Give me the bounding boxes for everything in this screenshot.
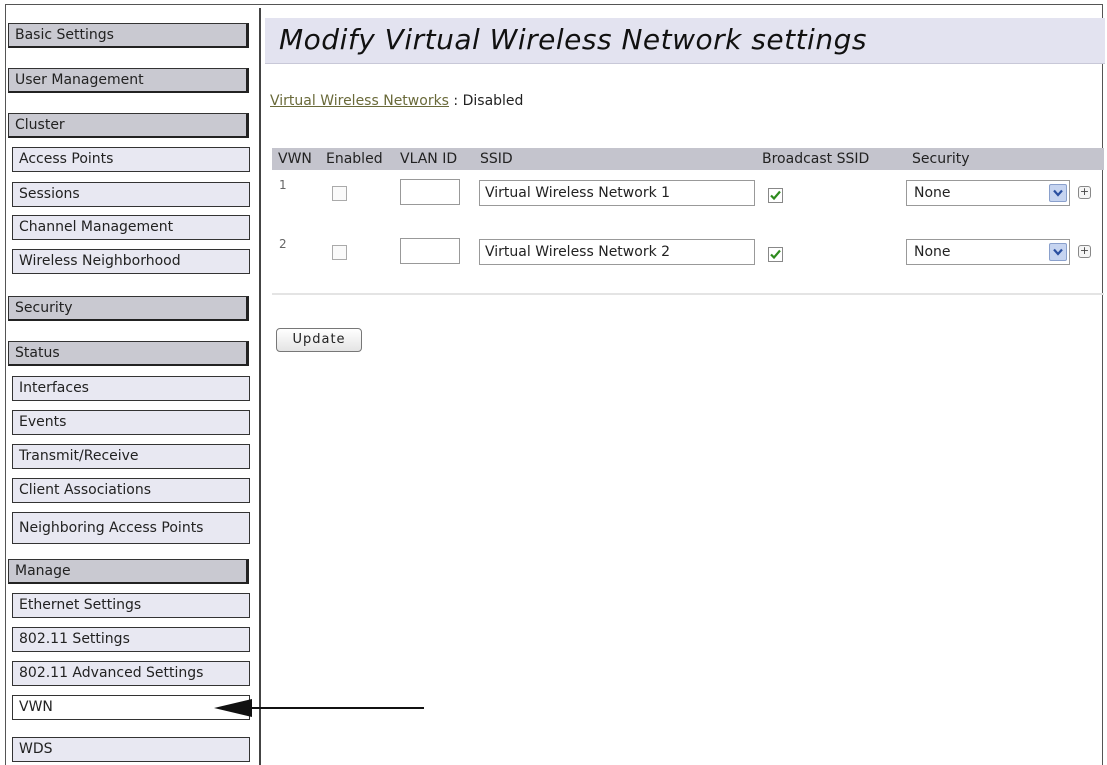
enabled-checkbox[interactable] <box>332 245 347 260</box>
sidebar-item-ethernet-settings[interactable]: Ethernet Settings <box>12 593 250 618</box>
status-separator: : <box>448 93 463 109</box>
vlan-id-input[interactable] <box>400 179 460 205</box>
section-divider <box>272 293 1104 295</box>
column-header-enabled: Enabled <box>326 151 383 167</box>
checkmark-icon <box>770 249 781 260</box>
title-bar: Modify Virtual Wireless Network settings <box>265 18 1105 64</box>
security-select-value: None <box>914 244 951 260</box>
sidebar-item-security[interactable]: Security <box>8 296 249 321</box>
sidebar-item-cluster[interactable]: Cluster <box>8 113 249 138</box>
table-row: 1 Virtual Wireless Network 1 None + <box>272 176 1104 226</box>
broadcast-ssid-checkbox[interactable] <box>768 247 783 262</box>
sidebar-item-wds[interactable]: WDS <box>12 737 250 762</box>
sidebar-item-transmit-receive[interactable]: Transmit/Receive <box>12 444 250 469</box>
page-title: Modify Virtual Wireless Network settings <box>279 23 867 56</box>
vwn-number: 1 <box>279 178 287 192</box>
broadcast-ssid-checkbox[interactable] <box>768 188 783 203</box>
vwn-status-value: Disabled <box>462 93 524 109</box>
update-button[interactable]: Update <box>276 328 362 352</box>
ssid-input[interactable]: Virtual Wireless Network 2 <box>479 239 755 265</box>
sidebar-item-sessions[interactable]: Sessions <box>12 182 250 207</box>
security-select[interactable]: None <box>906 239 1070 265</box>
vwn-status-link[interactable]: Virtual Wireless Networks <box>270 93 449 109</box>
vwn-number: 2 <box>279 237 287 251</box>
plus-icon[interactable]: + <box>1078 245 1091 258</box>
chevron-down-icon[interactable] <box>1049 184 1067 202</box>
sidebar-item-wireless-neighborhood[interactable]: Wireless Neighborhood <box>12 249 250 274</box>
sidebar-item-80211-advanced-settings[interactable]: 802.11 Advanced Settings <box>12 661 250 686</box>
sidebar-divider <box>259 8 261 765</box>
sidebar-item-client-associations[interactable]: Client Associations <box>12 478 250 503</box>
sidebar-item-basic-settings[interactable]: Basic Settings <box>8 23 249 48</box>
table-row: 2 Virtual Wireless Network 2 None + <box>272 235 1104 285</box>
vlan-id-input[interactable] <box>400 238 460 264</box>
sidebar-item-status[interactable]: Status <box>8 341 249 366</box>
left-arrow-icon <box>214 699 424 717</box>
ssid-input[interactable]: Virtual Wireless Network 1 <box>479 180 755 206</box>
vwn-table-header: VWN Enabled VLAN ID SSID Broadcast SSID … <box>272 148 1104 170</box>
sidebar-item-interfaces[interactable]: Interfaces <box>12 376 250 401</box>
sidebar-nav: Basic Settings User Management Cluster A… <box>8 8 261 765</box>
sidebar-item-access-points[interactable]: Access Points <box>12 147 250 172</box>
checkmark-icon <box>770 190 781 201</box>
sidebar-item-channel-management[interactable]: Channel Management <box>12 215 250 240</box>
sidebar-item-80211-settings[interactable]: 802.11 Settings <box>12 627 250 652</box>
column-header-vwn: VWN <box>278 151 312 167</box>
sidebar-item-neighboring-access-points[interactable]: Neighboring Access Points <box>12 512 250 544</box>
sidebar-item-manage[interactable]: Manage <box>8 559 249 584</box>
column-header-ssid: SSID <box>480 151 513 167</box>
sidebar-item-events[interactable]: Events <box>12 410 250 435</box>
chevron-down-icon[interactable] <box>1049 243 1067 261</box>
plus-icon[interactable]: + <box>1078 186 1091 199</box>
main-content: Modify Virtual Wireless Network settings… <box>262 8 1105 765</box>
column-header-broadcast-ssid: Broadcast SSID <box>762 151 870 167</box>
column-header-security: Security <box>912 151 970 167</box>
column-header-vlan-id: VLAN ID <box>400 151 458 167</box>
enabled-checkbox[interactable] <box>332 186 347 201</box>
sidebar-item-user-management[interactable]: User Management <box>8 68 249 93</box>
security-select[interactable]: None <box>906 180 1070 206</box>
vwn-status-line: Virtual Wireless Networks : Disabled <box>270 93 523 109</box>
security-select-value: None <box>914 185 951 201</box>
